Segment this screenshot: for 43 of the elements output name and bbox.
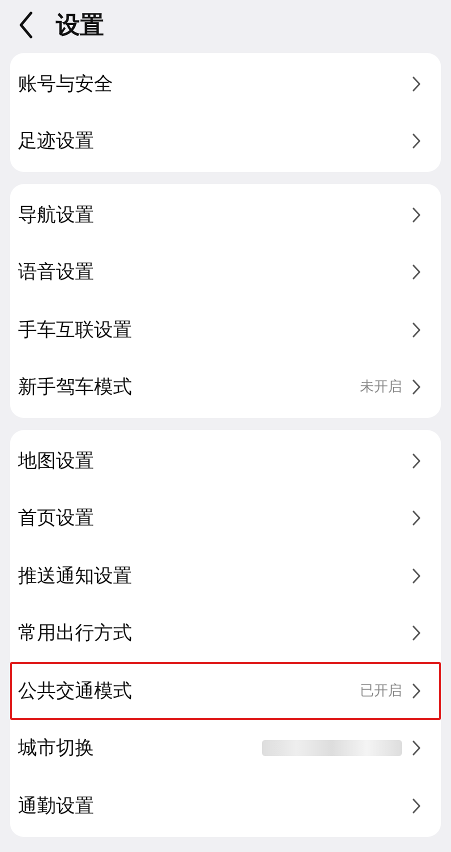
row-value: 已开启: [360, 682, 402, 700]
settings-row[interactable]: 推送通知设置: [10, 547, 441, 604]
chevron-right-icon: [412, 682, 421, 699]
chevron-right-icon: [412, 568, 421, 584]
chevron-right-icon: [412, 133, 421, 150]
settings-row[interactable]: 城市切换: [10, 720, 441, 777]
chevron-right-icon: [412, 625, 421, 642]
row-label: 地图设置: [18, 448, 95, 474]
chevron-right-icon: [412, 379, 421, 396]
row-value: 未开启: [360, 378, 402, 396]
chevron-right-icon: [412, 264, 421, 280]
row-label: 通勤设置: [18, 794, 95, 819]
row-label: 足迹设置: [18, 129, 95, 154]
chevron-right-icon: [412, 76, 421, 92]
settings-row[interactable]: 公共交通模式 已开启: [10, 662, 441, 720]
row-label: 账号与安全: [18, 72, 114, 97]
page-title: 设置: [56, 10, 104, 41]
chevron-right-icon: [412, 740, 421, 756]
settings-row[interactable]: 手车互联设置: [10, 301, 441, 358]
row-label: 城市切换: [18, 736, 95, 762]
row-label: 常用出行方式: [18, 621, 133, 646]
settings-row[interactable]: 足迹设置: [10, 112, 441, 170]
chevron-right-icon: [412, 452, 421, 469]
row-label: 公共交通模式: [18, 678, 133, 704]
chevron-right-icon: [412, 798, 421, 814]
row-label: 导航设置: [18, 202, 95, 228]
back-icon[interactable]: [18, 11, 34, 39]
chevron-right-icon: [412, 206, 421, 223]
row-label: 首页设置: [18, 506, 95, 532]
settings-row[interactable]: 账号与安全: [10, 55, 441, 112]
row-label: 推送通知设置: [18, 564, 133, 589]
settings-row[interactable]: 常用出行方式: [10, 604, 441, 662]
settings-row[interactable]: 新手驾车模式 未开启: [10, 358, 441, 416]
settings-row[interactable]: 语音设置: [10, 244, 441, 301]
row-label: 手车互联设置: [18, 318, 133, 343]
row-label: 语音设置: [18, 260, 95, 286]
settings-row[interactable]: 导航设置: [10, 186, 441, 244]
chevron-right-icon: [412, 510, 421, 526]
row-label: 新手驾车模式: [18, 375, 133, 400]
settings-row[interactable]: 通勤设置: [10, 777, 441, 834]
settings-row[interactable]: 地图设置: [10, 432, 441, 490]
chevron-right-icon: [412, 322, 421, 338]
settings-row[interactable]: 首页设置: [10, 490, 441, 547]
